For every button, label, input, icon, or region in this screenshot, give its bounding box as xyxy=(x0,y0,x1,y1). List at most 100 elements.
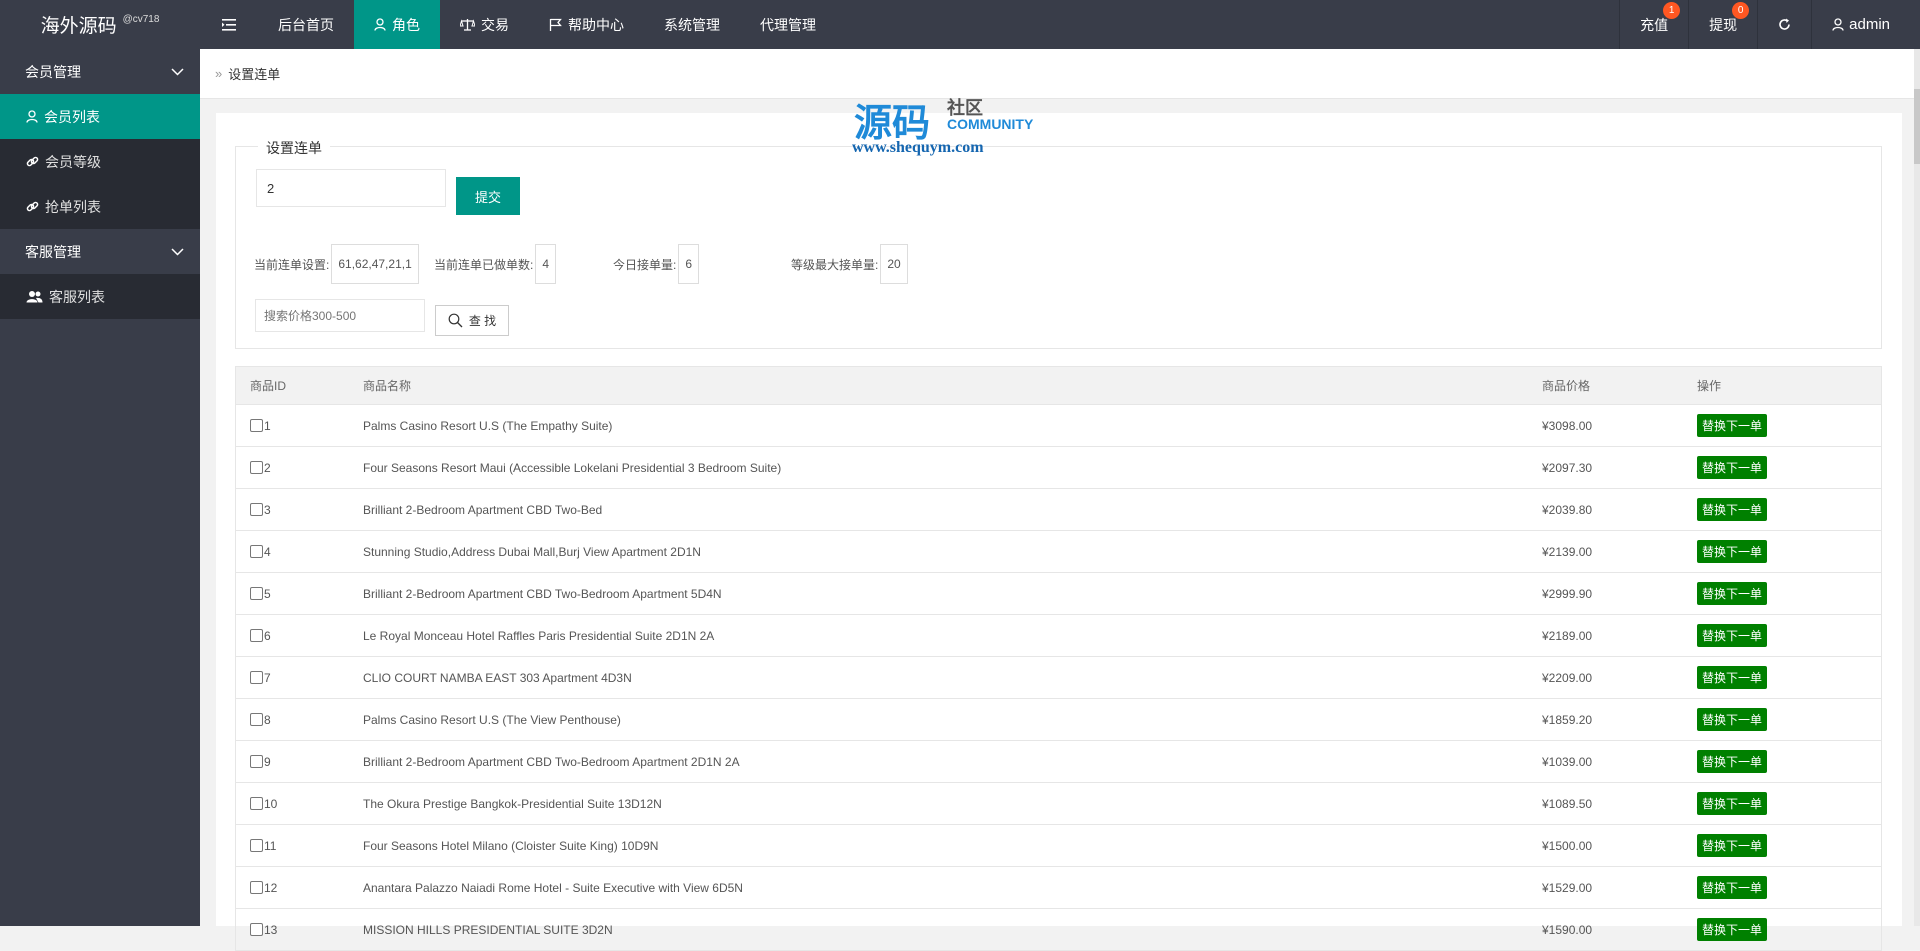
replace-next-button[interactable]: 替换下一单 xyxy=(1697,876,1768,899)
cell-action: 替换下一单 xyxy=(1697,498,1877,521)
sidebar-group-label: 客服管理 xyxy=(25,243,81,260)
recharge-link[interactable]: 充值 1 xyxy=(1619,0,1688,49)
row-checkbox[interactable] xyxy=(250,923,263,936)
product-name: Four Seasons Resort Maui (Accessible Lok… xyxy=(363,460,782,475)
watermark-com-text: COMMUNITY xyxy=(947,116,1034,132)
row-checkbox[interactable] xyxy=(250,587,263,600)
logo: 海外源码 @cv718 xyxy=(0,0,200,49)
row-checkbox[interactable] xyxy=(250,755,263,768)
cell-action: 替换下一单 xyxy=(1697,666,1877,689)
stat-value: 4 xyxy=(535,244,557,284)
top-header: 海外源码 @cv718 后台首页 角色 交易 帮助中心 系统管理 代理管理 充值… xyxy=(0,0,1920,49)
user-icon xyxy=(374,18,386,31)
cell-action: 替换下一单 xyxy=(1697,918,1877,941)
row-checkbox[interactable] xyxy=(250,839,263,852)
row-checkbox[interactable] xyxy=(250,671,263,684)
replace-next-button[interactable]: 替换下一单 xyxy=(1697,792,1768,815)
sidebar-item-service-list[interactable]: 客服列表 xyxy=(0,274,200,319)
chain-order-input[interactable] xyxy=(256,169,446,207)
table-row: 4 Stunning Studio,Address Dubai Mall,Burj… xyxy=(235,531,1882,573)
row-checkbox[interactable] xyxy=(250,881,263,894)
product-id: 10 xyxy=(264,796,278,811)
search-button[interactable]: 查 找 xyxy=(435,305,509,336)
cell-action: 替换下一单 xyxy=(1697,540,1877,563)
replace-next-button[interactable]: 替换下一单 xyxy=(1697,624,1768,647)
sidebar-item-grab-list[interactable]: 抢单列表 xyxy=(0,184,200,229)
price-search-input[interactable] xyxy=(255,299,425,332)
replace-next-button[interactable]: 替换下一单 xyxy=(1697,414,1768,437)
user-name: admin xyxy=(1849,16,1890,33)
nav-role[interactable]: 角色 xyxy=(354,0,440,49)
nav-help[interactable]: 帮助中心 xyxy=(529,0,644,49)
fieldset-legend: 设置连单 xyxy=(258,138,330,158)
sidebar: 会员管理 会员列表 会员等级 抢单列表 客服管理 客服列表 xyxy=(0,49,200,926)
row-checkbox[interactable] xyxy=(250,545,263,558)
stat-chain-done: 当前连单已做单数: 4 xyxy=(434,244,557,284)
replace-next-button[interactable]: 替换下一单 xyxy=(1697,498,1768,521)
table-row: 1 Palms Casino Resort U.S (The Empathy Su… xyxy=(235,405,1882,447)
sidebar-group-member[interactable]: 会员管理 xyxy=(0,49,200,94)
product-name: Palms Casino Resort U.S (The Empathy Sui… xyxy=(363,418,613,433)
sidebar-group-service[interactable]: 客服管理 xyxy=(0,229,200,274)
link-icon xyxy=(26,156,39,167)
nav-role-label: 角色 xyxy=(392,16,420,33)
product-name: Le Royal Monceau Hotel Raffles Paris Pre… xyxy=(363,628,715,643)
product-id: 12 xyxy=(264,880,278,895)
nav-trade-label: 交易 xyxy=(481,16,509,33)
stat-value: 6 xyxy=(678,244,700,284)
nav-agent[interactable]: 代理管理 xyxy=(740,0,836,49)
scrollbar-thumb[interactable] xyxy=(1914,89,1920,164)
sidebar-item-member-list[interactable]: 会员列表 xyxy=(0,94,200,139)
replace-next-button[interactable]: 替换下一单 xyxy=(1697,834,1768,857)
table-row: 12 Anantara Palazzo Naiadi Rome Hotel - S… xyxy=(235,867,1882,909)
sidebar-submenu-member: 会员列表 会员等级 抢单列表 xyxy=(0,94,200,229)
refresh-button[interactable] xyxy=(1757,0,1811,49)
table-row: 2 Four Seasons Resort Maui (Accessible Lo… xyxy=(235,447,1882,489)
row-checkbox[interactable] xyxy=(250,629,263,642)
row-checkbox[interactable] xyxy=(250,713,263,726)
product-price: ¥2999.90 xyxy=(1542,586,1593,601)
user-icon xyxy=(1832,18,1844,31)
header-name: 商品名称 xyxy=(363,379,412,393)
replace-next-button[interactable]: 替换下一单 xyxy=(1697,708,1768,731)
withdraw-link[interactable]: 提现 0 xyxy=(1688,0,1757,49)
row-checkbox[interactable] xyxy=(250,461,263,474)
submit-button[interactable]: 提交 xyxy=(456,177,520,215)
search-icon xyxy=(448,313,463,328)
replace-next-button[interactable]: 替换下一单 xyxy=(1697,666,1768,689)
table-header-row: 商品ID 商品名称 商品价格 操作 xyxy=(235,366,1882,405)
product-price: ¥2039.80 xyxy=(1542,502,1593,517)
nav-system[interactable]: 系统管理 xyxy=(644,0,740,49)
row-checkbox[interactable] xyxy=(250,503,263,516)
sidebar-item-member-level[interactable]: 会员等级 xyxy=(0,139,200,184)
nav-agent-label: 代理管理 xyxy=(760,16,816,33)
replace-next-button[interactable]: 替换下一单 xyxy=(1697,540,1768,563)
sidebar-item-label: 抢单列表 xyxy=(45,198,101,215)
page-scrollbar[interactable] xyxy=(1914,49,1920,926)
row-checkbox[interactable] xyxy=(250,797,263,810)
nav-home[interactable]: 后台首页 xyxy=(258,0,354,49)
replace-next-button[interactable]: 替换下一单 xyxy=(1697,750,1768,773)
sidebar-group-label: 会员管理 xyxy=(25,63,81,80)
product-id: 13 xyxy=(264,922,278,937)
nav-trade[interactable]: 交易 xyxy=(440,0,529,49)
replace-next-button[interactable]: 替换下一单 xyxy=(1697,918,1768,941)
chain-settings-fieldset: 设置连单 提交 当前连单设置: 61,62,47,21,1 当前连单已做单数: … xyxy=(235,138,1882,349)
product-name: Anantara Palazzo Naiadi Rome Hotel - Sui… xyxy=(363,880,743,895)
replace-next-button[interactable]: 替换下一单 xyxy=(1697,582,1768,605)
user-icon xyxy=(26,110,38,123)
row-checkbox[interactable] xyxy=(250,419,263,432)
nav-home-label: 后台首页 xyxy=(278,16,334,33)
chevron-down-icon xyxy=(171,247,184,256)
sidebar-toggle-button[interactable] xyxy=(200,0,258,49)
stat-value: 61,62,47,21,1 xyxy=(331,244,419,284)
product-id: 7 xyxy=(264,670,271,685)
cell-action: 替换下一单 xyxy=(1697,750,1877,773)
cell-id: 2 xyxy=(236,461,363,475)
cell-action: 替换下一单 xyxy=(1697,624,1877,647)
replace-next-button[interactable]: 替换下一单 xyxy=(1697,456,1768,479)
product-price: ¥3098.00 xyxy=(1542,418,1593,433)
user-menu[interactable]: admin xyxy=(1811,0,1920,49)
product-name: Palms Casino Resort U.S (The View Pentho… xyxy=(363,712,621,727)
cell-id: 4 xyxy=(236,545,363,559)
